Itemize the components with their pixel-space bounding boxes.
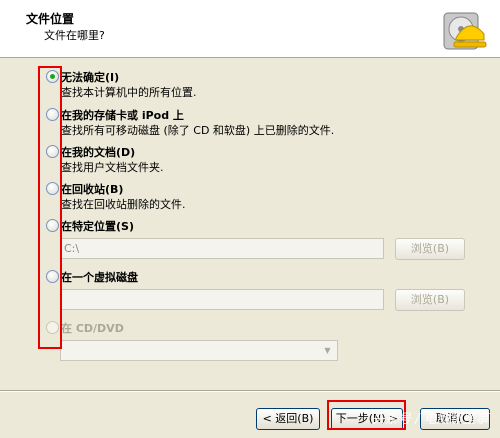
specific-location-path-field[interactable]: C:\: [60, 238, 384, 259]
radio-virtual-disk[interactable]: [46, 270, 59, 283]
option-specific-location-label: 在特定位置(S): [61, 220, 134, 233]
radio-specific-location[interactable]: [46, 219, 59, 232]
option-my-documents-label: 在我的文档(D): [61, 146, 136, 159]
cd-dvd-drive-select[interactable]: ▼: [60, 340, 338, 361]
option-memory-card-label: 在我的存储卡或 iPod 上: [61, 109, 184, 122]
back-button[interactable]: < 返回(B): [256, 408, 320, 430]
option-unknown-label: 无法确定(I): [61, 71, 120, 84]
chevron-down-icon: ▼: [324, 346, 331, 355]
virtual-disk-browse-button[interactable]: 浏览(B): [395, 289, 465, 311]
radio-my-documents[interactable]: [46, 145, 59, 158]
option-recycle-bin-desc: 查找在回收站删除的文件.: [61, 198, 186, 211]
watermark: 头条号 / 电脑那些事: [372, 412, 489, 427]
header-subtitle: 文件在哪里?: [44, 29, 105, 42]
header-title: 文件位置: [26, 12, 75, 26]
specific-location-browse-button[interactable]: 浏览(B): [395, 238, 465, 260]
option-virtual-disk-label: 在一个虚拟磁盘: [61, 271, 138, 284]
radio-recycle-bin[interactable]: [46, 182, 59, 195]
radio-memory-card[interactable]: [46, 108, 59, 121]
option-recycle-bin-label: 在回收站(B): [61, 183, 124, 196]
hard-drive-helmet-icon: [438, 5, 488, 55]
option-memory-card-desc: 查找所有可移动磁盘 (除了 CD 和软盘) 上已删除的文件.: [61, 124, 335, 137]
option-my-documents-desc: 查找用户文档文件夹.: [61, 161, 164, 174]
radio-cd-dvd[interactable]: [46, 321, 59, 334]
radio-unknown[interactable]: [46, 70, 59, 83]
option-unknown-desc: 查找本计算机中的所有位置.: [61, 86, 197, 99]
option-cd-dvd-label: 在 CD/DVD: [61, 322, 124, 335]
virtual-disk-path-field[interactable]: [60, 289, 384, 310]
wizard-header: 文件位置 文件在哪里?: [0, 0, 500, 58]
